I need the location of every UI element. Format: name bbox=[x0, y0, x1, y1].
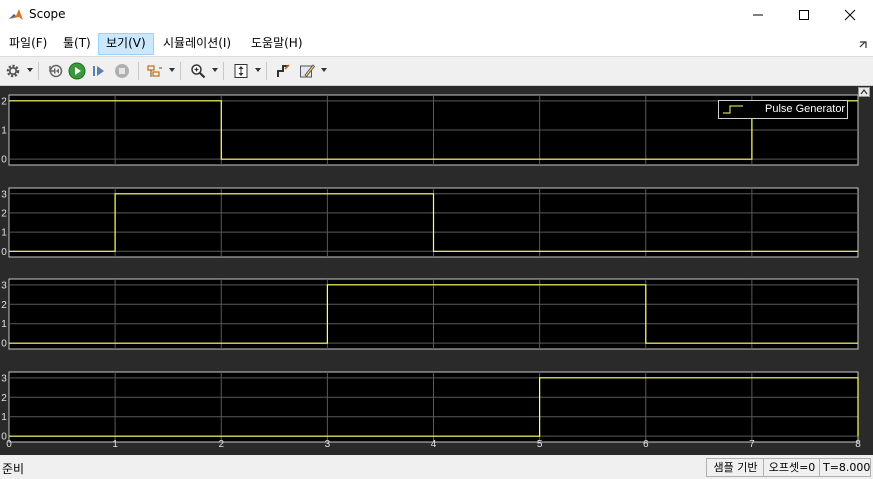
run-button[interactable] bbox=[67, 61, 87, 81]
toolbar-divider bbox=[138, 62, 139, 80]
minimize-button[interactable] bbox=[735, 0, 781, 30]
chevron-down-icon[interactable] bbox=[321, 68, 327, 72]
toolbar-divider bbox=[180, 62, 181, 80]
x-tick-label: 0 bbox=[6, 439, 12, 450]
y-tick-label: 2 bbox=[1, 208, 7, 219]
undock-axes-icon[interactable] bbox=[858, 87, 870, 97]
status-ready: 준비 bbox=[2, 462, 25, 476]
title-bar: Scope bbox=[0, 0, 873, 30]
rewind-icon bbox=[49, 64, 63, 78]
x-tick-label: 1 bbox=[112, 439, 118, 450]
window-title: Scope bbox=[29, 7, 66, 21]
x-tick-label: 4 bbox=[431, 439, 437, 450]
style-icon bbox=[300, 64, 315, 78]
status-bar: 준비 샘플 기반 오프셋=0 T=8.000 bbox=[0, 456, 873, 479]
zoom-in-icon bbox=[191, 64, 206, 79]
status-offset: 오프셋=0 bbox=[763, 458, 821, 477]
highlight-block-icon bbox=[277, 64, 290, 77]
run-icon bbox=[68, 62, 86, 80]
scope-axes[interactable]: 0120123012301230 1 2 3 4 5 6 7 8 bbox=[0, 86, 873, 455]
x-tick-label: 6 bbox=[643, 439, 649, 450]
step-forward-icon bbox=[93, 66, 104, 76]
configuration-properties-button[interactable] bbox=[3, 61, 23, 81]
undock-icon[interactable] bbox=[858, 39, 868, 49]
toolbar-divider bbox=[223, 62, 224, 80]
toolbar bbox=[0, 57, 873, 86]
minimize-icon bbox=[753, 14, 763, 16]
chevron-down-icon[interactable] bbox=[255, 68, 261, 72]
menu-tools[interactable]: 툴(T) bbox=[56, 33, 98, 53]
axes-layer bbox=[8, 94, 859, 443]
y-tick-label: 2 bbox=[1, 96, 7, 107]
x-tick-label: 3 bbox=[325, 439, 331, 450]
scope-display: 012012301230123012345678 Pulse Generator bbox=[0, 86, 873, 455]
menu-bar: 파일(F) 툴(T) 보기(V) 시뮬레이션(I) 도움말(H) bbox=[0, 30, 873, 57]
zoom-button[interactable] bbox=[188, 61, 208, 81]
menu-view[interactable]: 보기(V) bbox=[98, 33, 154, 55]
legend-swatch bbox=[723, 105, 743, 114]
toolbar-divider bbox=[38, 62, 39, 80]
y-tick-label: 2 bbox=[1, 300, 7, 311]
close-button[interactable] bbox=[827, 0, 873, 30]
highlight-block-button[interactable] bbox=[273, 61, 293, 81]
stop-button[interactable] bbox=[112, 61, 132, 81]
chevron-down-icon[interactable] bbox=[27, 68, 33, 72]
style-button[interactable] bbox=[297, 61, 317, 81]
menu-simulation[interactable]: 시뮬레이션(I) bbox=[156, 33, 238, 53]
x-tick-label: 2 bbox=[218, 439, 224, 450]
status-time: T=8.000 bbox=[819, 458, 871, 477]
y-tick-label: 3 bbox=[1, 373, 7, 384]
toolbar-divider bbox=[266, 62, 267, 80]
y-tick-label: 3 bbox=[1, 189, 7, 200]
y-tick-label: 1 bbox=[1, 319, 7, 330]
y-tick-label: 0 bbox=[1, 247, 7, 258]
legend-label: Pulse Generator bbox=[765, 103, 846, 115]
scale-axes-icon bbox=[234, 64, 248, 78]
legend[interactable]: Pulse Generator bbox=[718, 100, 848, 119]
close-icon bbox=[844, 9, 856, 21]
y-tick-label: 2 bbox=[1, 393, 7, 404]
chevron-down-icon[interactable] bbox=[212, 68, 218, 72]
x-tick-label: 8 bbox=[855, 439, 861, 450]
maximize-icon bbox=[799, 10, 809, 20]
y-tick-label: 1 bbox=[1, 412, 7, 423]
stop-icon bbox=[115, 64, 129, 78]
step-back-button[interactable] bbox=[45, 61, 65, 81]
matlab-logo-icon bbox=[8, 7, 24, 23]
y-tick-label: 1 bbox=[1, 126, 7, 137]
y-tick-label: 0 bbox=[1, 339, 7, 350]
x-tick-label: 5 bbox=[537, 439, 543, 450]
menu-help[interactable]: 도움말(H) bbox=[244, 33, 310, 53]
y-tick-label: 3 bbox=[1, 280, 7, 291]
cursor-measurements-button[interactable] bbox=[145, 61, 165, 81]
y-tick-label: 1 bbox=[1, 228, 7, 239]
gear-icon bbox=[6, 64, 20, 78]
scale-axes-button[interactable] bbox=[231, 61, 251, 81]
chevron-down-icon[interactable] bbox=[169, 68, 175, 72]
step-forward-button[interactable] bbox=[89, 61, 109, 81]
maximize-button[interactable] bbox=[781, 0, 827, 30]
x-tick-label: 7 bbox=[749, 439, 755, 450]
status-sample-based: 샘플 기반 bbox=[706, 458, 765, 477]
y-tick-label: 0 bbox=[1, 155, 7, 166]
menu-file[interactable]: 파일(F) bbox=[2, 33, 54, 53]
cursor-measure-icon bbox=[147, 65, 162, 77]
